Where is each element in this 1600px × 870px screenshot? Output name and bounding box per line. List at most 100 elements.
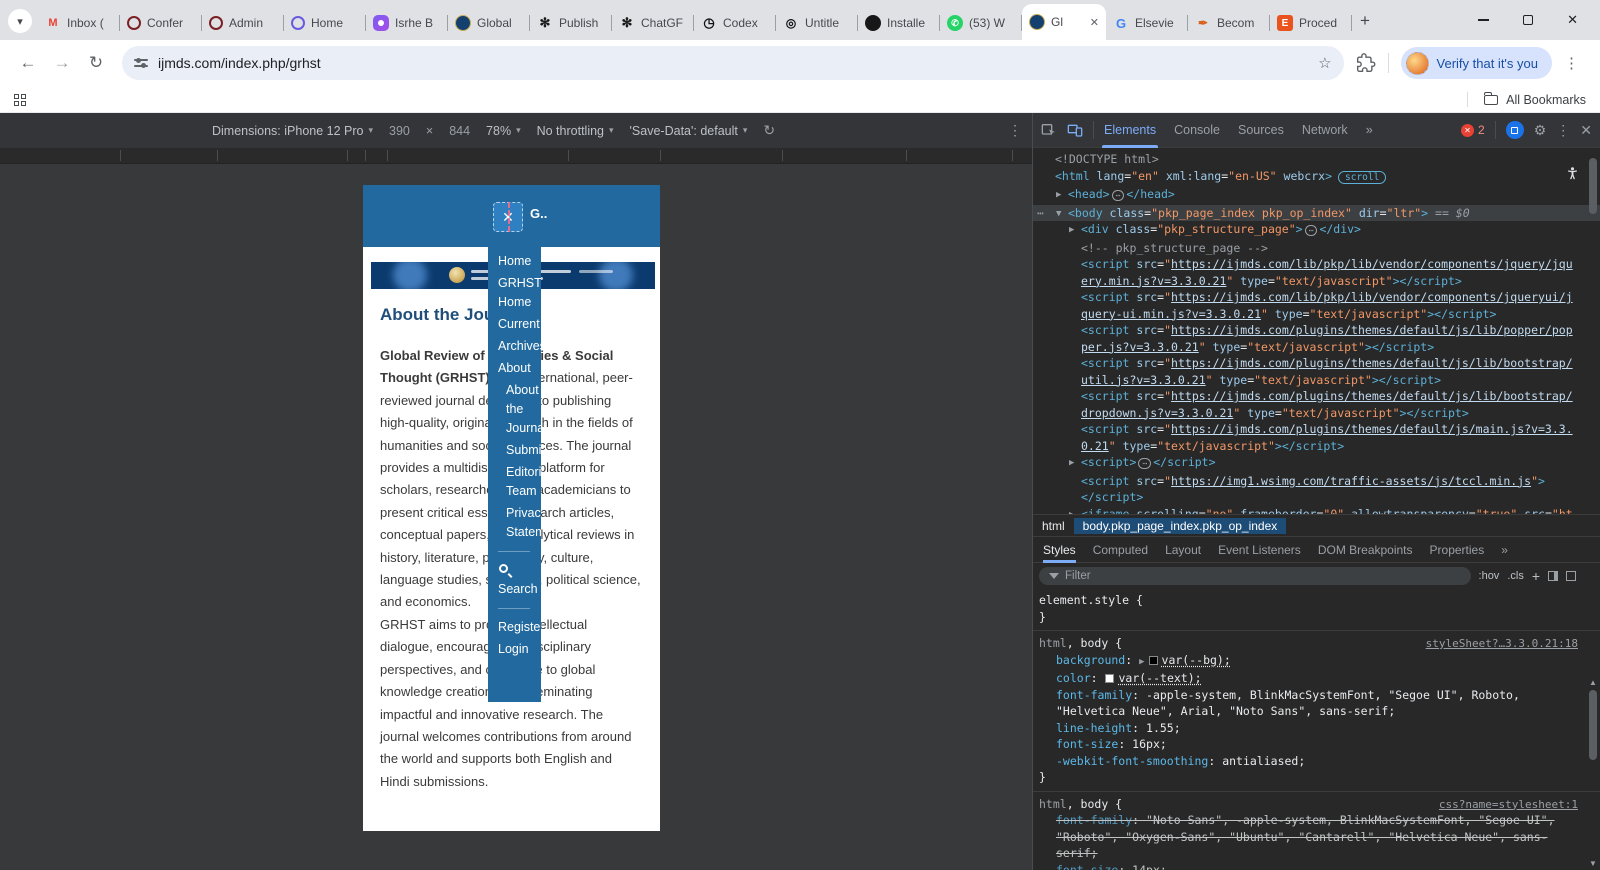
window-close-button[interactable]: ✕: [1567, 12, 1578, 28]
styles-tab-styles[interactable]: Styles: [1043, 537, 1076, 563]
device-toolbar-menu-button[interactable]: ⋮: [1008, 122, 1022, 139]
menu-item-privacy-statement[interactable]: Privacy Statement: [506, 504, 541, 542]
css-declaration[interactable]: -webkit-font-smoothing: antialiased;: [1039, 753, 1576, 770]
expand-ellipsis-button[interactable]: ⋯: [1305, 225, 1318, 236]
browser-tab[interactable]: ✻Publish: [530, 6, 612, 40]
menu-item-search[interactable]: Search: [498, 561, 541, 599]
back-button[interactable]: ←: [14, 53, 42, 73]
devtools-menu-button[interactable]: ⋮: [1556, 122, 1570, 139]
breadcrumb-item[interactable]: body.pkp_page_index.pkp_op_index: [1074, 518, 1287, 534]
tab-close-icon[interactable]: ✕: [1090, 16, 1099, 29]
devtools-tab-elements[interactable]: Elements: [1104, 113, 1156, 148]
error-badge[interactable]: ✕ 2: [1461, 123, 1485, 137]
zoom-select[interactable]: 78%▾: [486, 124, 521, 138]
menu-item-current[interactable]: Current: [498, 315, 541, 334]
dom-node-line[interactable]: <!DOCTYPE html>: [1033, 151, 1600, 168]
elements-scrollbar[interactable]: [1588, 154, 1598, 504]
dom-node-line[interactable]: ▶<iframe scrolling="no" frameborder="0" …: [1033, 506, 1600, 515]
dom-node-line[interactable]: <script src="https://ijmds.com/plugins/t…: [1033, 322, 1600, 355]
browser-tab[interactable]: Confer: [120, 6, 202, 40]
dom-node-line[interactable]: <!-- pkp_structure_page -->: [1033, 240, 1600, 257]
menu-item-about[interactable]: About: [498, 359, 541, 378]
dom-node-line[interactable]: <html lang="en" xml:lang="en-US" webcrx>…: [1033, 168, 1600, 187]
styles-tab-layout[interactable]: Layout: [1165, 537, 1201, 563]
styles-tab-computed[interactable]: Computed: [1093, 537, 1148, 563]
menu-item-login[interactable]: Login: [498, 640, 541, 659]
css-declaration[interactable]: background: ▶var(--bg);: [1039, 652, 1576, 671]
devtools-companion-icon[interactable]: [1506, 121, 1524, 139]
css-rule[interactable]: element.style {}: [1033, 588, 1600, 631]
class-toggle[interactable]: .cls: [1507, 570, 1524, 582]
browser-tab[interactable]: MInbox (: [38, 6, 120, 40]
stylesheet-source-link[interactable]: css?name=stylesheet:1: [1439, 797, 1578, 814]
viewport-height-input[interactable]: 844: [449, 124, 470, 138]
expand-ellipsis-button[interactable]: ⋯: [1112, 190, 1125, 201]
browser-tab[interactable]: ✆(53) W: [940, 6, 1022, 40]
styles-scrollbar[interactable]: ▲ ▼: [1588, 678, 1598, 868]
bookmark-star-icon[interactable]: ☆: [1318, 54, 1331, 72]
css-declaration[interactable]: font-size: 16px;: [1039, 736, 1576, 753]
devtools-tab-sources[interactable]: Sources: [1238, 113, 1284, 148]
menu-item-home[interactable]: Home: [498, 252, 541, 271]
expand-arrow-icon[interactable]: ▶: [1069, 222, 1074, 239]
browser-tab[interactable]: Global: [448, 6, 530, 40]
css-declaration[interactable]: line-height: 1.55;: [1039, 720, 1576, 737]
save-data-select[interactable]: 'Save-Data': default▾: [630, 124, 748, 138]
dom-node-line[interactable]: ▶<div class="pkp_structure_page">⋯</div>: [1033, 221, 1600, 240]
selected-dom-node[interactable]: ▼⋯<body class="pkp_page_index pkp_op_ind…: [1033, 205, 1600, 222]
browser-tab[interactable]: GElsevie: [1106, 6, 1188, 40]
new-style-rule-button[interactable]: +: [1532, 568, 1540, 584]
device-toolbar-toggle-icon[interactable]: [1067, 122, 1083, 138]
browser-tab[interactable]: Gl✕: [1022, 4, 1106, 40]
scroll-up-arrow[interactable]: ▲: [1589, 678, 1597, 687]
menu-item-grhst-home[interactable]: GRHST Home: [498, 274, 541, 312]
scroll-badge[interactable]: scroll: [1338, 171, 1386, 184]
address-bar[interactable]: ijmds.com/index.php/grhst ☆: [122, 46, 1344, 80]
menu-item-register[interactable]: Register: [498, 618, 541, 637]
browser-menu-button[interactable]: ⋮: [1558, 54, 1586, 72]
reload-button[interactable]: ↻: [82, 53, 110, 73]
dom-node-line[interactable]: <script src="https://ijmds.com/lib/pkp/l…: [1033, 289, 1600, 322]
more-tabs-icon[interactable]: »: [1366, 113, 1373, 148]
tab-search-button[interactable]: ▾: [8, 9, 32, 33]
new-tab-button[interactable]: +: [1360, 11, 1370, 31]
browser-tab[interactable]: EProced: [1270, 6, 1352, 40]
accessibility-icon[interactable]: [1565, 166, 1580, 181]
dom-node-line[interactable]: <script src="https://ijmds.com/lib/pkp/l…: [1033, 256, 1600, 289]
css-rule[interactable]: html, body {styleSheet?…3.3.0.21:18backg…: [1033, 631, 1600, 792]
browser-tab[interactable]: ◷Codex: [694, 6, 776, 40]
forward-button[interactable]: →: [48, 53, 76, 73]
dom-node-line[interactable]: <script src="https://img1.wsimg.com/traf…: [1033, 473, 1600, 490]
styles-tab-dom-breakpoints[interactable]: DOM Breakpoints: [1318, 537, 1413, 563]
menu-close-button[interactable]: ✕: [493, 202, 523, 232]
browser-tab[interactable]: ◎Untitle: [776, 6, 858, 40]
more-styles-tabs-icon[interactable]: »: [1501, 537, 1508, 563]
scroll-down-arrow[interactable]: ▼: [1589, 859, 1597, 868]
css-rule[interactable]: html, body {css?name=stylesheet:1font-fa…: [1033, 792, 1600, 870]
dom-node-line[interactable]: </script>: [1033, 489, 1600, 506]
browser-tab[interactable]: Installe: [858, 6, 940, 40]
site-settings-icon[interactable]: [134, 59, 148, 66]
dimensions-select[interactable]: Dimensions: iPhone 12 Pro▾: [212, 124, 373, 138]
styles-filter-input[interactable]: Filter: [1039, 567, 1471, 585]
media-query-bar[interactable]: [0, 148, 1032, 164]
dom-node-line[interactable]: ▶<script>⋯</script>: [1033, 454, 1600, 473]
browser-tab[interactable]: Home: [284, 6, 366, 40]
css-declaration[interactable]: font-family: -apple-system, BlinkMacSyst…: [1039, 687, 1576, 720]
menu-item-editorial-team[interactable]: Editorial Team: [506, 463, 541, 501]
all-bookmarks-button[interactable]: All Bookmarks: [1506, 93, 1586, 107]
hover-state-toggle[interactable]: :hov: [1479, 570, 1500, 582]
maximize-button[interactable]: [1523, 15, 1533, 25]
apps-grid-icon[interactable]: [14, 94, 26, 106]
dom-node-line[interactable]: <script src="https://ijmds.com/plugins/t…: [1033, 388, 1600, 421]
breadcrumb-item[interactable]: html: [1033, 518, 1074, 534]
devtools-tab-network[interactable]: Network: [1302, 113, 1348, 148]
dom-node-line[interactable]: <script src="https://ijmds.com/plugins/t…: [1033, 421, 1600, 454]
url-text[interactable]: ijmds.com/index.php/grhst: [158, 55, 1308, 71]
menu-item-about-the-journal[interactable]: About the Journal: [506, 381, 541, 438]
menu-item-submissions[interactable]: Submissions: [506, 441, 541, 460]
minimize-button[interactable]: [1478, 19, 1489, 20]
profile-chip[interactable]: Verify that it's you: [1401, 47, 1552, 79]
expand-ellipsis-button[interactable]: ⋯: [1138, 458, 1151, 469]
inspect-icon[interactable]: [1041, 122, 1057, 138]
